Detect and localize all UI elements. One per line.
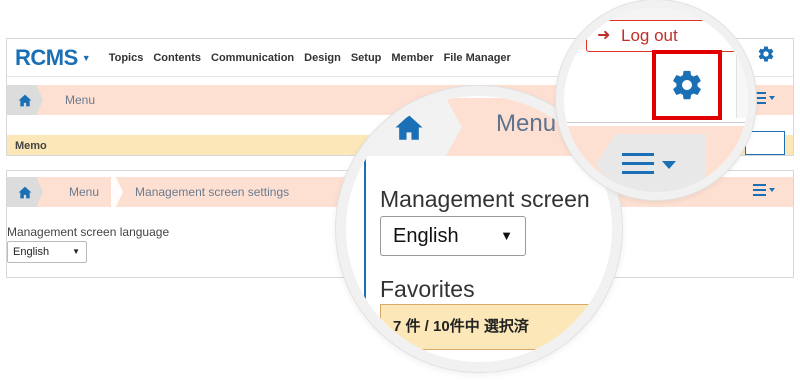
settings-gear-icon[interactable] [757,45,775,68]
home-icon [395,114,423,140]
menu-hamburger-icon[interactable] [753,91,775,110]
rcms-logo[interactable]: RCMS [15,45,78,71]
nav-contents[interactable]: Contents [153,52,201,64]
language-select-value: English [13,246,50,258]
chevron-down-icon: ▼ [72,247,80,256]
logout-label: Log out [621,26,678,45]
language-select[interactable]: English ▼ [7,241,87,263]
breadcrumb-menu[interactable]: Menu [69,185,99,199]
zoom-divider [364,156,366,362]
breadcrumb-current: Management screen settings [135,185,290,199]
nav-topics[interactable]: Topics [109,52,144,64]
breadcrumb-separator [99,177,135,207]
zoom-language-select[interactable]: English ▼ [380,216,526,256]
zoom-language-label: Management screen [380,186,590,212]
zoom-favorites-label: Favorites [380,276,475,302]
home-button[interactable] [7,85,43,115]
zoom-menu-button[interactable] [596,134,706,192]
zoom-breadcrumb-menu[interactable]: Menu [496,110,556,138]
language-label: Management screen language [7,225,170,239]
nav-communication[interactable]: Communication [211,52,294,64]
home-button[interactable] [7,177,43,207]
zoom-divider-line [564,122,748,123]
home-icon [18,94,32,106]
logout-button[interactable]: ➜ Log out [586,20,736,52]
breadcrumb-menu[interactable]: Menu [43,93,95,107]
menu-hamburger-icon[interactable] [753,183,775,202]
chevron-down-icon: ▼ [500,228,513,243]
settings-gear-icon[interactable] [670,68,704,102]
logo-caret-icon[interactable]: ▼ [82,53,91,63]
gear-highlight-box[interactable] [652,50,722,120]
logout-icon: ➜ [597,27,611,44]
home-icon [18,186,32,198]
zoom-selection-count: 7 件 / 10件中 選択済 [380,304,612,350]
nav-file-manager[interactable]: File Manager [444,52,511,64]
hamburger-icon [622,153,676,174]
gear-magnifier: ➜ Log out [556,0,756,200]
nav-setup[interactable]: Setup [351,52,382,64]
zoom-home-button[interactable] [346,98,462,156]
memo-input[interactable] [745,131,785,155]
nav-member[interactable]: Member [391,52,433,64]
zoom-language-value: English [393,225,459,247]
nav-design[interactable]: Design [304,52,341,64]
